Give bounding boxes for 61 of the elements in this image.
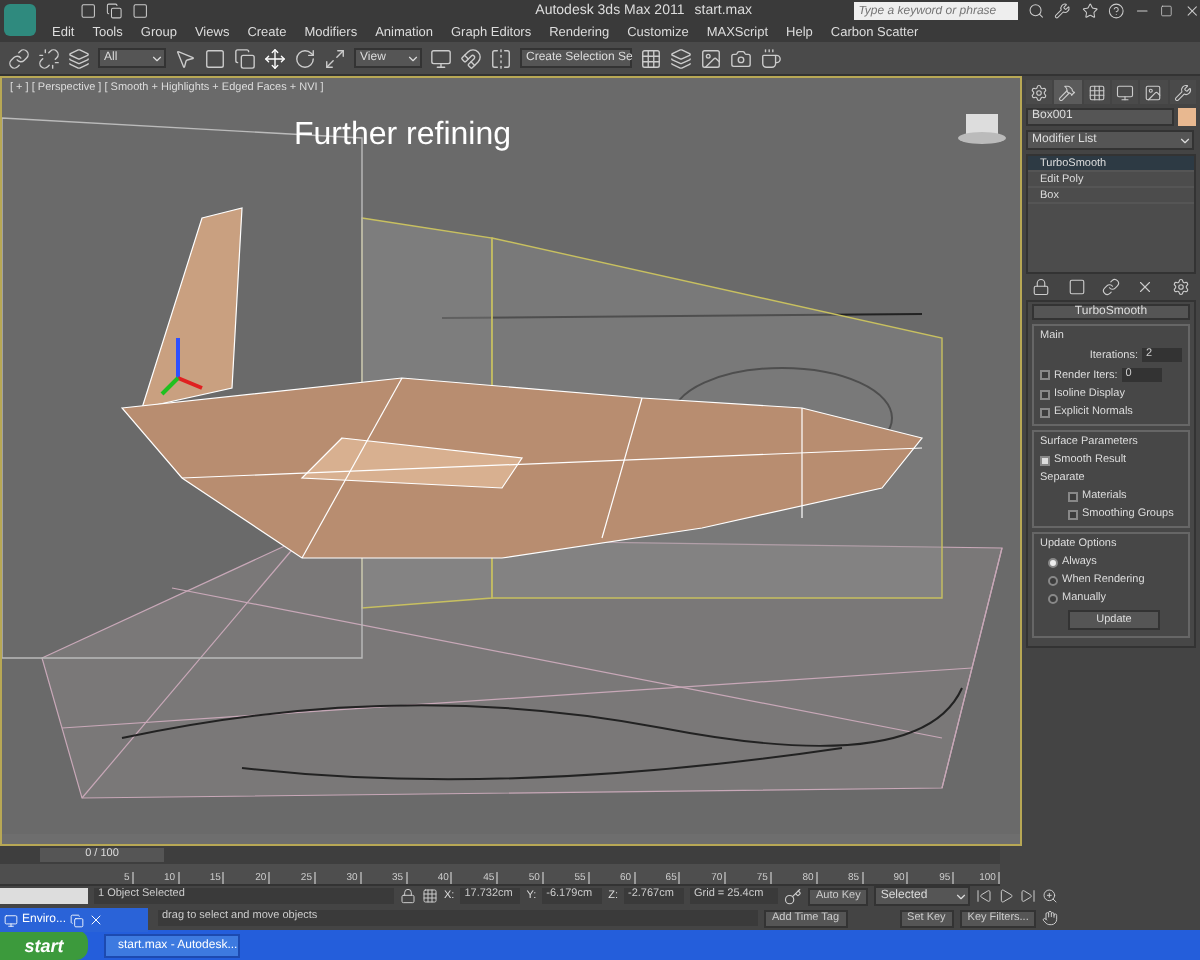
key-icon[interactable] — [784, 887, 802, 905]
panel-tab-icon[interactable] — [1173, 83, 1192, 101]
star-icon[interactable] — [1081, 2, 1098, 20]
play-icon[interactable] — [998, 888, 1015, 904]
layer-manager-icon[interactable] — [670, 47, 692, 69]
caret-icon — [1178, 133, 1192, 147]
radio-button[interactable] — [1048, 575, 1058, 585]
go-to-end-icon[interactable] — [1020, 888, 1037, 904]
restore-icon[interactable] — [70, 913, 85, 927]
selection-region-icon[interactable] — [204, 47, 226, 69]
checkbox[interactable] — [1040, 455, 1050, 465]
viewcube-icon[interactable] — [958, 114, 1006, 144]
open-file-icon[interactable] — [106, 2, 123, 20]
material-editor-icon[interactable] — [700, 47, 722, 69]
caret-icon — [954, 889, 969, 903]
layers-icon[interactable] — [68, 47, 90, 69]
radio-button[interactable] — [1048, 557, 1058, 567]
link-icon[interactable] — [8, 47, 30, 69]
app-logo[interactable] — [4, 4, 36, 36]
checkbox[interactable] — [1040, 407, 1050, 417]
unlink-icon[interactable] — [38, 47, 60, 69]
axis-tripod-icon — [160, 338, 203, 396]
checkbox[interactable] — [1068, 491, 1078, 501]
lock-icon[interactable] — [400, 888, 416, 904]
scale-icon[interactable] — [324, 47, 346, 69]
search-icon[interactable] — [1028, 2, 1045, 20]
wrench-icon[interactable] — [1054, 2, 1072, 20]
start-button[interactable]: start — [0, 930, 88, 960]
help-icon[interactable] — [1107, 2, 1125, 20]
radio-button[interactable] — [1048, 593, 1058, 603]
panel-tab-icon[interactable] — [1116, 83, 1135, 101]
select-icon[interactable] — [174, 47, 196, 69]
configure-sets-icon[interactable] — [1171, 278, 1190, 296]
render-iters-checkbox[interactable] — [1040, 370, 1050, 380]
move-icon[interactable] — [264, 47, 286, 69]
align-icon[interactable] — [640, 47, 662, 69]
maximize-icon[interactable] — [1160, 4, 1174, 18]
window-crossing-icon[interactable] — [234, 47, 256, 69]
pin-stack-icon[interactable] — [1032, 278, 1051, 296]
close-icon[interactable] — [88, 912, 105, 928]
panel-tab-icon[interactable] — [1087, 83, 1106, 101]
make-unique-icon[interactable] — [1101, 278, 1120, 296]
rotate-icon[interactable] — [294, 47, 316, 69]
remove-modifier-icon[interactable] — [1136, 278, 1155, 296]
panel-tab-icon[interactable] — [1030, 83, 1049, 101]
close-icon[interactable] — [1183, 2, 1200, 20]
panel-tab-icon[interactable] — [1144, 83, 1163, 101]
viewport-caption: Further refining — [294, 118, 511, 154]
checkbox[interactable] — [1040, 389, 1050, 399]
object-color-swatch[interactable] — [1178, 108, 1196, 126]
render-setup-icon[interactable] — [730, 47, 752, 69]
go-to-start-icon[interactable] — [976, 888, 993, 904]
mirror-icon[interactable] — [490, 47, 512, 69]
caret-icon — [150, 51, 164, 65]
panel-tab-icon[interactable] — [1058, 83, 1077, 101]
caret-icon — [406, 51, 420, 65]
mini-listener-field[interactable] — [0, 888, 88, 904]
checkbox[interactable] — [1068, 509, 1078, 519]
pan-icon[interactable] — [1042, 910, 1059, 926]
snap-icon[interactable] — [460, 47, 482, 69]
zoom-icon[interactable] — [1042, 888, 1059, 904]
